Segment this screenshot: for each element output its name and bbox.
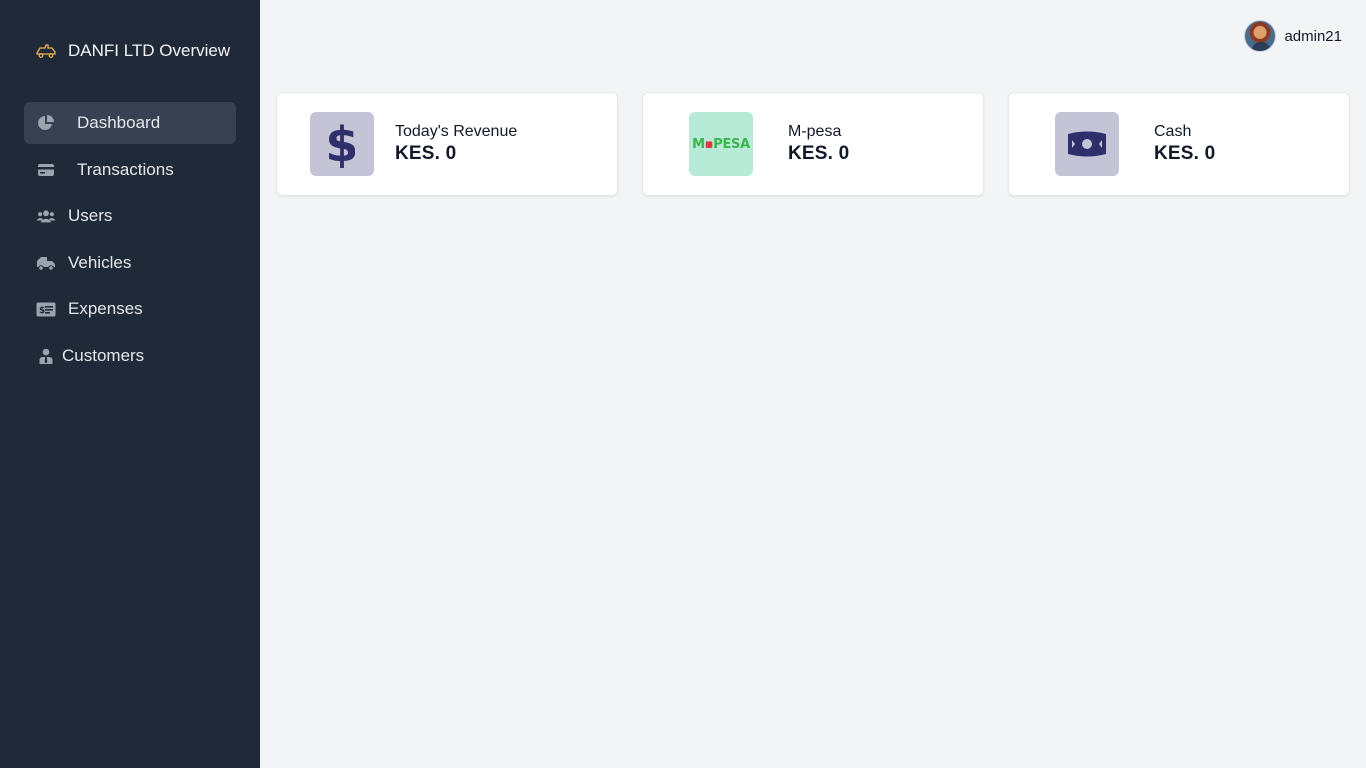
credit-card-icon bbox=[36, 161, 56, 179]
sidebar-item-users[interactable]: Users bbox=[24, 195, 236, 237]
card-value: KES. 0 bbox=[1154, 143, 1216, 164]
sidebar-item-customers[interactable]: Customers bbox=[24, 335, 236, 377]
mpesa-logo-pesa: PESA bbox=[713, 136, 750, 152]
money-check-icon: $ bbox=[36, 300, 56, 318]
avatar[interactable] bbox=[1244, 20, 1277, 52]
sidebar-item-label: Transactions bbox=[77, 159, 174, 179]
dollar-icon: $ bbox=[310, 112, 374, 176]
stats-cards: $ Today's Revenue KES. 0 M▪PESA M-pesa K… bbox=[276, 92, 1350, 196]
card-value: KES. 0 bbox=[395, 143, 457, 164]
svg-text:$: $ bbox=[329, 120, 355, 168]
tow-truck-icon bbox=[36, 43, 56, 59]
brand[interactable]: DANFI LTD Overview bbox=[24, 0, 236, 102]
card-value: KES. 0 bbox=[788, 143, 850, 164]
app-root: DANFI LTD Overview Dashboard Transaction… bbox=[0, 0, 1366, 768]
users-icon bbox=[36, 207, 56, 225]
mpesa-logo: M▪PESA bbox=[689, 112, 753, 176]
revenue-card: $ Today's Revenue KES. 0 bbox=[276, 92, 618, 196]
sidebar-item-label: Expenses bbox=[68, 299, 143, 318]
banknote-icon bbox=[1055, 112, 1119, 176]
svg-text:$: $ bbox=[39, 306, 45, 316]
username: admin21 bbox=[1284, 27, 1342, 45]
card-label: Cash bbox=[1154, 123, 1192, 140]
mpesa-logo-m: M bbox=[692, 136, 705, 152]
sidebar-item-label: Dashboard bbox=[77, 113, 161, 132]
truck-icon bbox=[36, 254, 56, 272]
main-content: admin21 $ Today's Revenue KES. 0 M▪PESA bbox=[260, 0, 1366, 768]
card-label: Today's Revenue bbox=[395, 123, 518, 140]
sidebar-item-transactions[interactable]: Transactions bbox=[24, 149, 236, 191]
sidebar-item-label: Users bbox=[68, 206, 113, 225]
sidebar-item-label: Customers bbox=[62, 345, 145, 365]
user-tie-icon bbox=[36, 347, 56, 365]
sidebar-item-label: Vehicles bbox=[68, 252, 132, 272]
mpesa-card: M▪PESA M-pesa KES. 0 bbox=[642, 92, 984, 196]
user-menu[interactable]: admin21 bbox=[1244, 20, 1342, 52]
sidebar: DANFI LTD Overview Dashboard Transaction… bbox=[0, 0, 260, 768]
cash-card: Cash KES. 0 bbox=[1008, 92, 1350, 196]
sidebar-item-vehicles[interactable]: Vehicles bbox=[24, 242, 236, 284]
brand-title: DANFI LTD Overview bbox=[68, 41, 231, 60]
card-label: M-pesa bbox=[788, 123, 842, 140]
phone-icon: ▪ bbox=[704, 136, 714, 152]
sidebar-item-dashboard[interactable]: Dashboard bbox=[24, 102, 236, 144]
pie-chart-icon bbox=[36, 114, 56, 132]
sidebar-item-expenses[interactable]: $ Expenses bbox=[24, 288, 236, 330]
